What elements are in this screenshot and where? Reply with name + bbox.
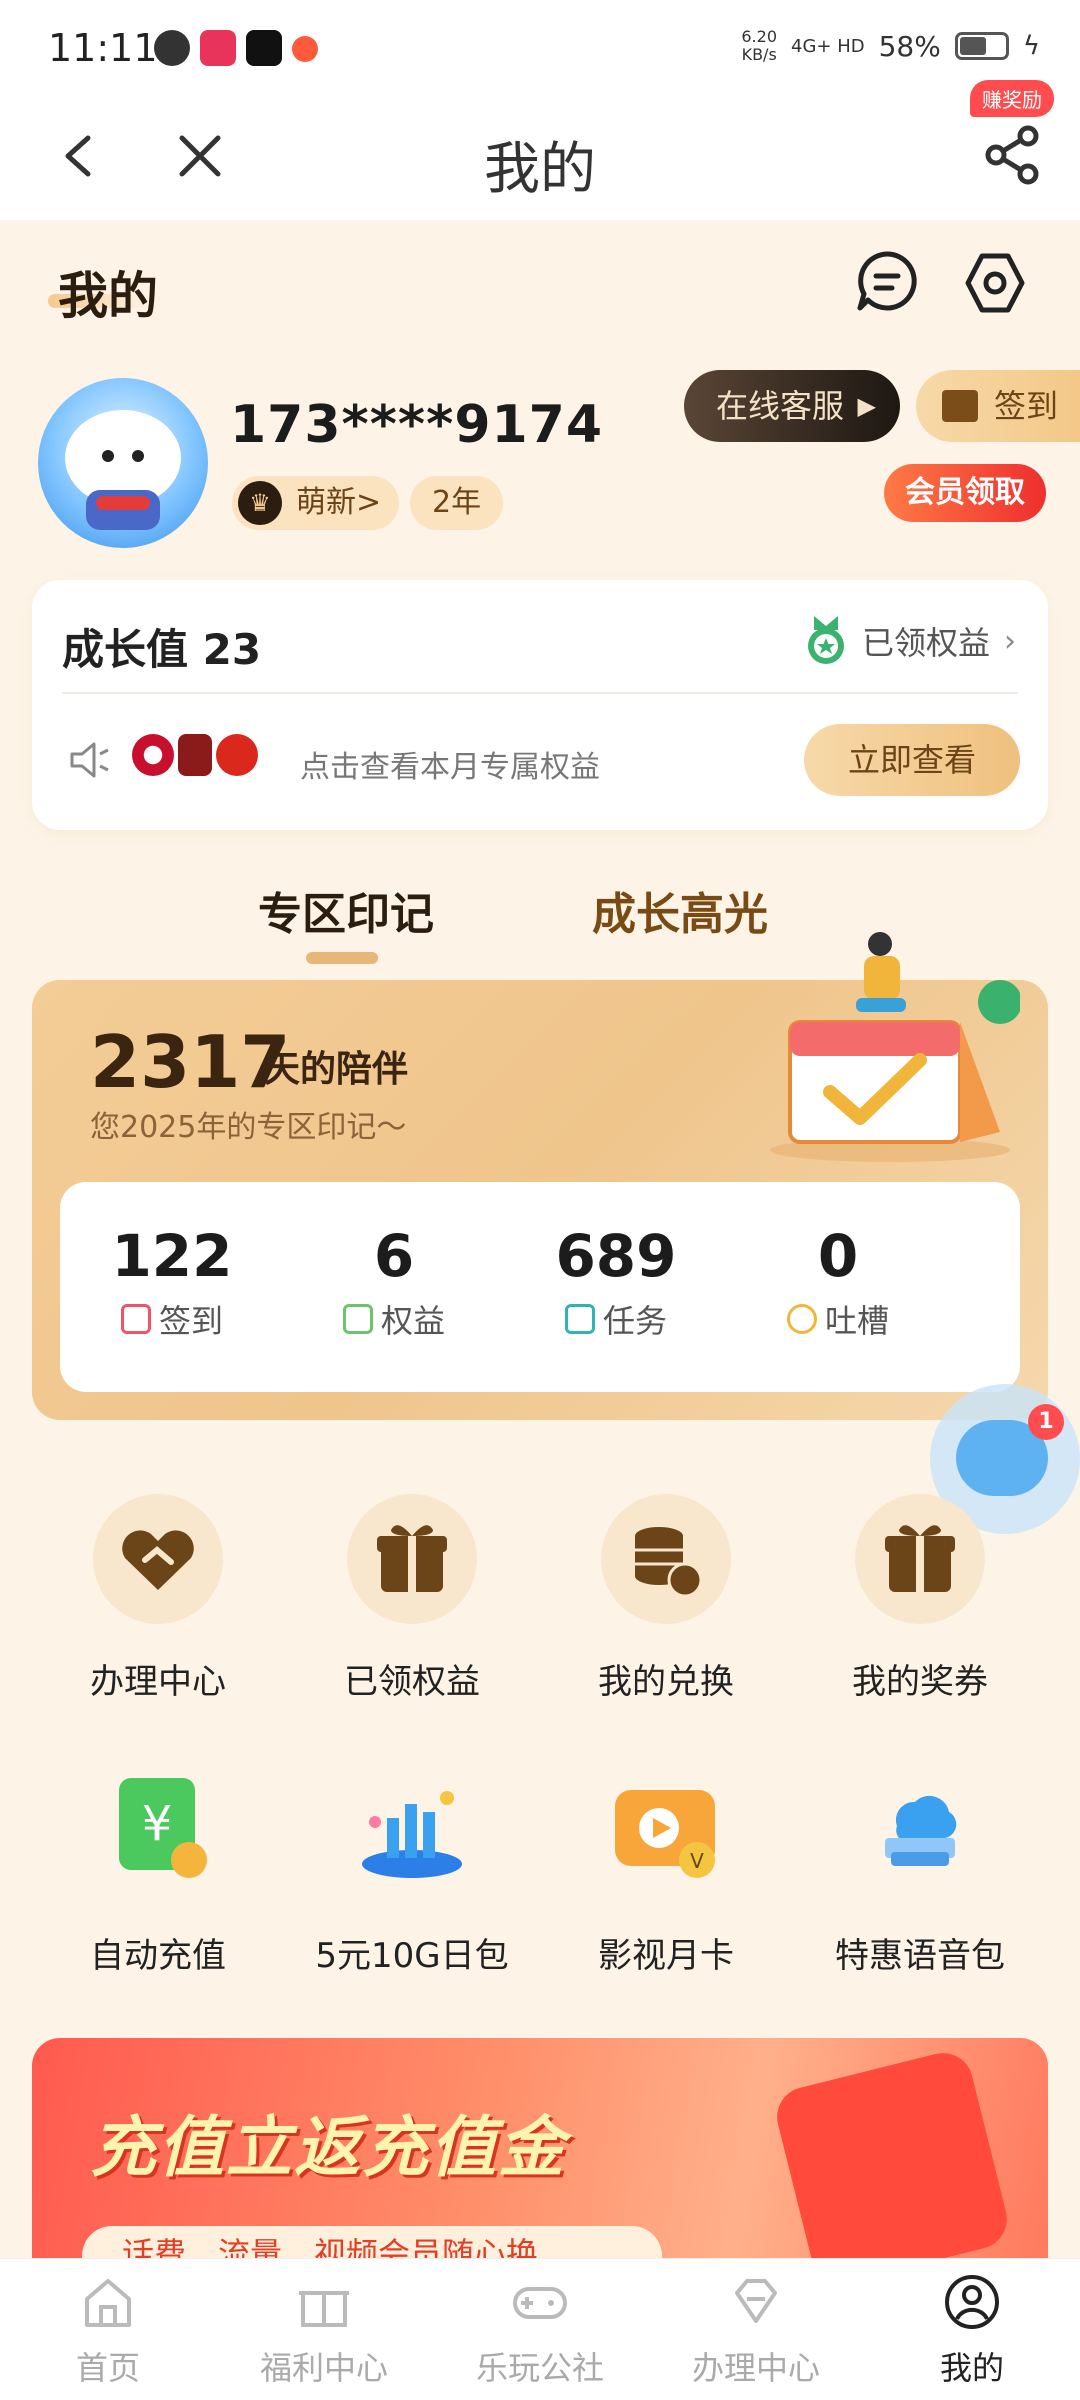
message-notification-icon	[154, 30, 190, 66]
heart-icon	[786, 1304, 817, 1334]
yuan-card-icon: ¥	[119, 1778, 207, 1878]
stat-benefits[interactable]: 6 权益	[284, 1222, 504, 1342]
member-years-tag: 2年	[410, 476, 504, 530]
tab-play[interactable]: 乐玩公社	[432, 2273, 648, 2389]
growth-value: 成长值 23	[62, 625, 262, 674]
share-icon[interactable]	[980, 122, 1046, 188]
phone-number: 173****9174	[230, 395, 604, 455]
speaker-icon	[70, 742, 109, 778]
unread-badge: 1	[1028, 1404, 1064, 1440]
nav-bar: 我的 赚奖励	[0, 80, 1080, 220]
svg-text:V: V	[690, 1849, 704, 1873]
network-speed: 6.20 KB/s	[741, 27, 777, 64]
tab-mine[interactable]: 我的	[864, 2273, 1080, 2389]
page-title: 我的	[58, 267, 158, 325]
online-service-button[interactable]: 在线客服 ▶	[684, 370, 900, 442]
chevron-right-icon: ›	[1004, 623, 1016, 659]
tab-welfare[interactable]: 福利中心	[216, 2273, 432, 2389]
handshake-heart-icon	[122, 1530, 194, 1590]
coins-icon	[635, 1527, 703, 1598]
status-bar: 11:11 6.20 KB/s 4G+ HD 58% ϟ	[0, 0, 1080, 96]
gift-icon	[299, 2291, 349, 2327]
phone-red-envelope-icon	[770, 2046, 1014, 2258]
bottom-tab-bar: 首页 福利中心 乐玩公社 办理中心 我的	[0, 2258, 1080, 2400]
cloud-stack-icon	[885, 1795, 957, 1866]
medal-icon	[807, 616, 844, 664]
growth-card: 成长值 23 已领权益 › 点击查看本月专属权益 立即查看	[32, 580, 1048, 830]
promo-text[interactable]: 点击查看本月专属权益	[300, 742, 600, 786]
charging-icon: ϟ	[1022, 31, 1040, 61]
svg-text:¥: ¥	[142, 1796, 173, 1852]
banner-headline: 充值立返充值金	[90, 2109, 566, 2186]
calendar-icon	[942, 390, 978, 422]
gamepad-icon	[513, 2287, 567, 2319]
kfc-logo-icon	[132, 734, 174, 776]
video-play-icon: V	[615, 1790, 715, 1878]
grid-item-video-card[interactable]: V 影视月卡	[546, 1768, 786, 1977]
grid-item-claimed-benefits[interactable]: 已领权益	[292, 1494, 532, 1703]
active-tab-indicator	[306, 952, 378, 964]
tab-home[interactable]: 首页	[0, 2273, 216, 2389]
grid-item-my-coupons[interactable]: 我的奖券	[800, 1494, 1040, 1703]
stat-checkin[interactable]: 122 签到	[62, 1222, 282, 1342]
signal-indicator: 4G+ HD	[791, 35, 865, 57]
brand-icons	[132, 734, 258, 776]
diamond-icon	[735, 2279, 777, 2323]
chevron-right-icon: ▶	[857, 392, 876, 420]
app-notification-icon-2	[292, 36, 318, 62]
summary-subtitle: 您2025年的专区印记～	[90, 1110, 407, 1145]
data-chart-icon	[362, 1791, 462, 1878]
summary-card: 2317 天的陪伴 您2025年的专区印记～ 122 签到 6 权益 689 任…	[32, 932, 1048, 1420]
tab-service[interactable]: 办理中心	[648, 2273, 864, 2389]
checklist-icon	[564, 1304, 595, 1334]
settings-icon[interactable]	[962, 250, 1028, 316]
drink-icon	[178, 734, 212, 776]
nav-title: 我的	[484, 137, 596, 202]
home-icon	[85, 2279, 131, 2327]
grid-item-my-exchange[interactable]: 我的兑换	[546, 1494, 786, 1703]
grid-item-voice-pack[interactable]: 特惠语音包	[800, 1768, 1040, 1977]
member-level-tag[interactable]: ♛ 萌新>	[232, 476, 400, 530]
grid-item-daily-pack[interactable]: 5元10G日包	[292, 1768, 532, 1977]
calendar-illustration-icon	[770, 932, 1020, 1162]
stat-tasks[interactable]: 689 任务	[506, 1222, 726, 1342]
battery-percent: 58%	[878, 29, 941, 63]
reward-badge[interactable]: 赚奖励	[970, 80, 1054, 117]
view-now-button[interactable]: 立即查看	[804, 724, 1020, 796]
crown-icon: ♛	[238, 481, 282, 525]
days-count: 2317	[90, 1020, 291, 1104]
message-icon[interactable]	[856, 250, 918, 312]
tab-highlights[interactable]: 成长高光	[592, 878, 768, 942]
tab-marks[interactable]: 专区印记	[258, 878, 434, 942]
avatar[interactable]	[38, 378, 208, 548]
checkin-button[interactable]: 签到	[916, 370, 1080, 442]
divider	[62, 692, 1018, 694]
stat-complaints[interactable]: 0 吐槽	[728, 1222, 948, 1342]
grid-item-auto-recharge[interactable]: ¥ 自动充值	[38, 1768, 278, 1977]
battery-icon	[954, 32, 1009, 60]
grid-item-service-center[interactable]: 办理中心	[38, 1494, 278, 1703]
gift-box-icon	[885, 1525, 955, 1592]
days-unit: 天的陪伴	[264, 1049, 409, 1090]
cloud-mascot-icon	[65, 410, 181, 530]
stats-panel: 122 签到 6 权益 689 任务 0 吐槽	[60, 1182, 1020, 1392]
promo-banner[interactable]: 充值立返充值金 话费、流量、视频会员随心换	[32, 2038, 1048, 2258]
member-claim-button[interactable]: 会员领取	[884, 464, 1046, 522]
claimed-benefits-link[interactable]: 已领权益 ›	[804, 616, 1016, 666]
mcdonalds-logo-icon	[216, 734, 258, 776]
app-notification-icon	[200, 30, 236, 66]
gift-icon	[377, 1525, 447, 1592]
tiktok-notification-icon	[246, 30, 282, 66]
status-time: 11:11	[48, 26, 158, 70]
banner-subtitle: 话费、流量、视频会员随心换	[82, 2226, 662, 2258]
gift-icon	[342, 1304, 373, 1334]
calendar-icon	[120, 1304, 151, 1334]
user-icon	[945, 2275, 999, 2329]
